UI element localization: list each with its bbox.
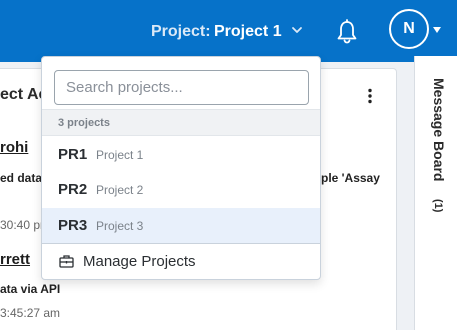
message-board-label[interactable]: Message Board — [431, 78, 447, 181]
project-code: PR1 — [58, 146, 88, 163]
project-count-row: 3 projects — [42, 109, 320, 136]
avatar[interactable]: N — [389, 9, 429, 49]
more-options-icon[interactable] — [366, 88, 374, 104]
activity-description: ed data — [0, 171, 43, 185]
bell-icon[interactable] — [335, 19, 359, 45]
project-selector[interactable]: Project 1 — [214, 23, 282, 41]
search-projects-input[interactable] — [54, 70, 309, 105]
project-option-pr1[interactable]: PR1 Project 1 — [42, 137, 320, 173]
activity-description-tail: ple 'Assay — [321, 171, 380, 185]
project-name: Project 1 — [96, 148, 144, 162]
project-option-pr3[interactable]: PR3 Project 3 — [42, 208, 320, 244]
top-header: Project: Project 1 N — [0, 0, 457, 62]
manage-projects-button[interactable]: Manage Projects — [42, 244, 320, 279]
activity-timestamp: 3:45:27 am — [0, 306, 61, 320]
activity-user-link[interactable]: rrett — [0, 251, 30, 268]
project-name: Project 3 — [96, 219, 144, 233]
project-option-pr2[interactable]: PR2 Project 2 — [42, 172, 320, 208]
activity-description: ata via API — [0, 282, 61, 296]
project-name: Project 2 — [96, 183, 144, 197]
project-label: Project: — [151, 23, 211, 40]
activity-timestamp: 30:40 pr — [0, 218, 45, 232]
project-count: 3 projects — [58, 117, 110, 129]
manage-projects-label: Manage Projects — [83, 253, 196, 270]
briefcase-icon — [59, 255, 74, 268]
caret-down-icon[interactable] — [433, 27, 441, 33]
message-board-count: (1) — [432, 199, 444, 213]
project-code: PR2 — [58, 181, 88, 198]
activity-user-link[interactable]: rohi — [0, 139, 28, 156]
project-dropdown: 3 projects PR1 Project 1 PR2 Project 2 P… — [41, 56, 321, 280]
avatar-initial: N — [403, 20, 415, 37]
project-code: PR3 — [58, 217, 88, 234]
chevron-down-icon[interactable] — [291, 24, 303, 36]
